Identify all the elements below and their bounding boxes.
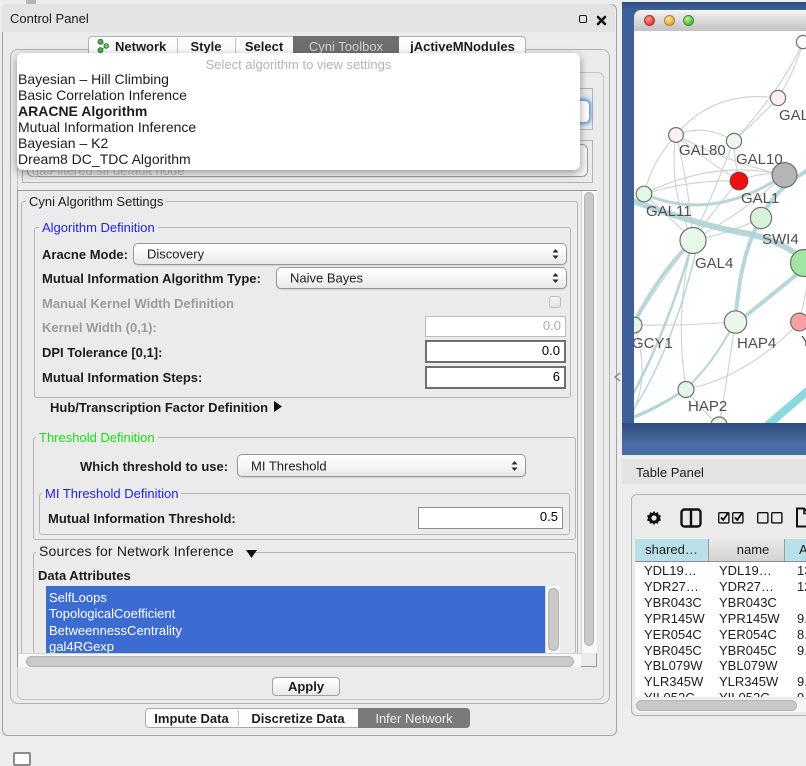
svg-text:HAP4: HAP4 <box>737 335 776 352</box>
svg-text:Y: Y <box>801 333 806 350</box>
svg-text:GCY1: GCY1 <box>634 335 673 352</box>
svg-text:GAL80: GAL80 <box>679 142 726 159</box>
svg-text:SWI4: SWI4 <box>762 231 799 248</box>
svg-text:HAP2: HAP2 <box>688 398 727 415</box>
svg-text:GAL10: GAL10 <box>736 151 783 168</box>
svg-text:GAL11: GAL11 <box>646 203 692 220</box>
svg-text:GAL1: GAL1 <box>741 190 779 207</box>
svg-text:GAL2: GAL2 <box>779 107 806 124</box>
svg-text:GAL4: GAL4 <box>695 255 733 272</box>
